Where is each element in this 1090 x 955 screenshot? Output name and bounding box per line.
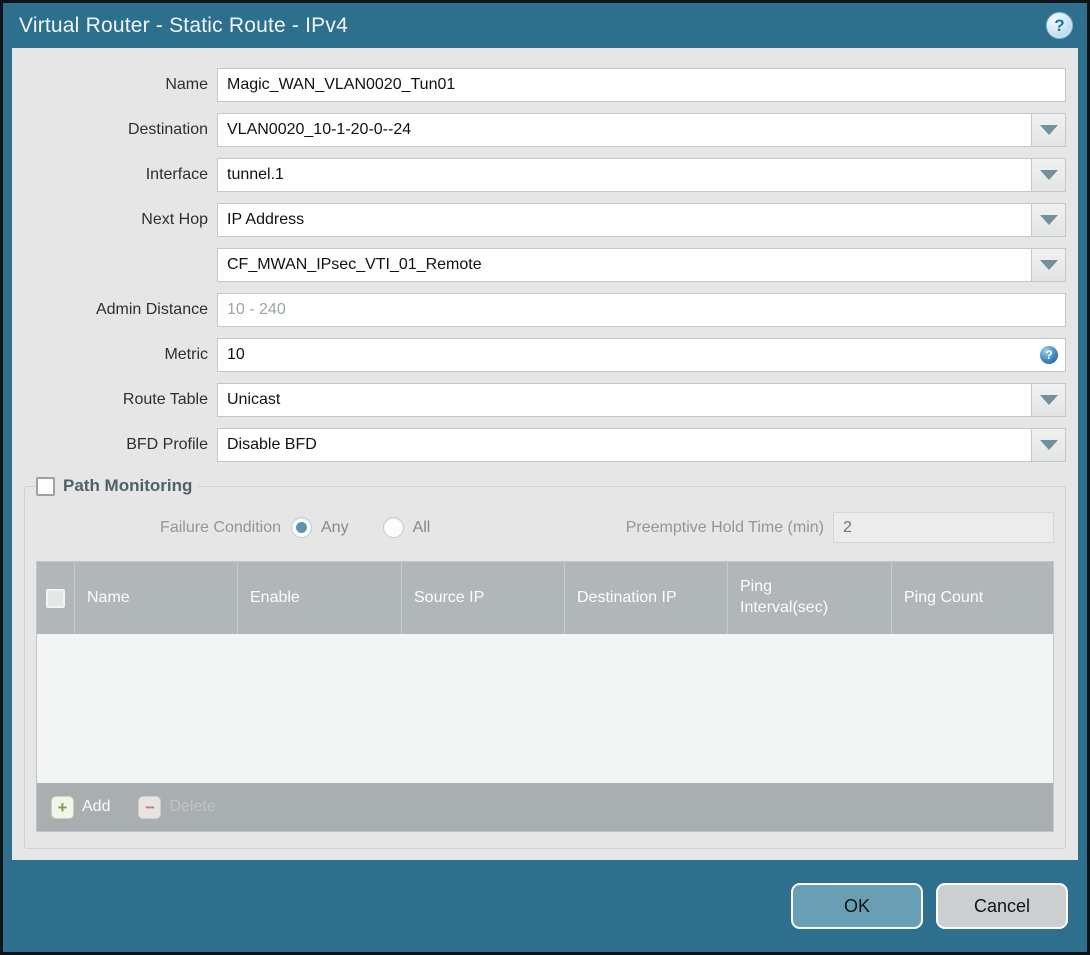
table-header-source-ip[interactable]: Source IP (401, 562, 564, 634)
path-monitoring-section: Path Monitoring Failure Condition Any Al… (24, 476, 1066, 849)
admin-distance-label: Admin Distance (95, 301, 208, 318)
next-hop-dropdown-button[interactable] (1032, 203, 1066, 237)
metric-input[interactable] (217, 338, 1066, 372)
destination-input[interactable] (217, 113, 1032, 147)
table-header-checkbox-cell (37, 562, 74, 634)
select-all-checkbox[interactable] (46, 588, 65, 608)
table-header-ping-count[interactable]: Ping Count (891, 562, 1053, 634)
radio-any-label: Any (321, 518, 349, 536)
table-header-ping-interval[interactable]: Ping Interval(sec) (727, 562, 891, 634)
form-row-bfd-profile: BFD Profile (24, 428, 1066, 462)
minus-icon: − (138, 795, 162, 819)
route-table-input[interactable] (217, 383, 1032, 417)
radio-all-icon[interactable] (382, 517, 404, 538)
add-button-label: Add (82, 798, 111, 815)
next-hop-address-dropdown-button[interactable] (1032, 248, 1066, 282)
table-header-enable[interactable]: Enable (237, 562, 401, 634)
preemptive-hold-time-group: Preemptive Hold Time (min) (626, 512, 1054, 543)
path-monitoring-title: Path Monitoring (63, 476, 193, 495)
title-bar: Virtual Router - Static Route - IPv4 ? (3, 3, 1087, 48)
dialog-footer: OK Cancel (3, 860, 1087, 952)
dialog-title: Virtual Router - Static Route - IPv4 (19, 13, 348, 37)
chevron-down-icon (1039, 440, 1058, 450)
next-hop-label: Next Hop (141, 211, 208, 228)
radio-all-label: All (412, 518, 431, 536)
preemptive-hold-time-label: Preemptive Hold Time (min) (625, 518, 824, 536)
path-monitoring-checkbox[interactable] (36, 476, 55, 496)
cancel-button[interactable]: Cancel (936, 883, 1068, 929)
form-row-destination: Destination (24, 113, 1066, 147)
radio-any-icon[interactable] (291, 517, 312, 538)
ok-button[interactable]: OK (791, 883, 923, 929)
form-row-name: Name (24, 68, 1066, 102)
bfd-profile-input[interactable] (217, 428, 1032, 462)
bfd-profile-dropdown-button[interactable] (1032, 428, 1066, 462)
chevron-down-icon (1039, 170, 1058, 180)
metric-label: Metric (164, 346, 208, 363)
add-button[interactable]: + Add (51, 795, 111, 819)
next-hop-type-input[interactable] (217, 203, 1032, 237)
destination-label: Destination (127, 121, 208, 138)
table-body-empty (37, 634, 1053, 783)
failure-condition-row: Failure Condition Any All Preemptive Hol… (36, 512, 1054, 543)
failure-condition-label: Failure Condition (160, 518, 281, 536)
form-row-next-hop-address (24, 248, 1066, 282)
delete-button-label: Delete (169, 798, 216, 815)
radio-option-all[interactable]: All (382, 517, 431, 538)
next-hop-address-input[interactable] (217, 248, 1032, 282)
dialog-body: Name Destination Interface (12, 48, 1078, 860)
name-input[interactable] (217, 68, 1066, 102)
dialog-window: Virtual Router - Static Route - IPv4 ? N… (0, 0, 1090, 955)
path-monitoring-table: Name Enable Source IP Destination IP Pin (36, 561, 1054, 832)
interface-label: Interface (145, 166, 208, 183)
route-table-dropdown-button[interactable] (1032, 383, 1066, 417)
form-row-admin-distance: Admin Distance (24, 293, 1066, 327)
interface-dropdown-button[interactable] (1032, 158, 1066, 192)
form-row-next-hop: Next Hop (24, 203, 1066, 237)
preemptive-hold-time-input[interactable] (833, 512, 1054, 543)
radio-option-any[interactable]: Any (291, 517, 349, 538)
form-row-metric: Metric ? (24, 338, 1066, 372)
form-row-route-table: Route Table (24, 383, 1066, 417)
destination-dropdown-button[interactable] (1032, 113, 1066, 147)
chevron-down-icon (1039, 260, 1058, 270)
table-toolbar: + Add − Delete (37, 783, 1053, 831)
plus-icon: + (51, 795, 74, 819)
dialog-frame: Virtual Router - Static Route - IPv4 ? N… (3, 3, 1087, 952)
admin-distance-input[interactable] (217, 293, 1066, 327)
chevron-down-icon (1039, 215, 1058, 225)
form-row-interface: Interface (24, 158, 1066, 192)
bfd-profile-label: BFD Profile (126, 436, 208, 453)
help-icon[interactable]: ? (1046, 12, 1073, 39)
route-table-label: Route Table (122, 391, 208, 408)
interface-input[interactable] (217, 158, 1032, 192)
table-header-destination-ip[interactable]: Destination IP (564, 562, 727, 634)
chevron-down-icon (1039, 125, 1058, 135)
table-header-name[interactable]: Name (74, 562, 237, 634)
name-label: Name (165, 76, 208, 93)
table-header-row: Name Enable Source IP Destination IP Pin (37, 562, 1053, 634)
chevron-down-icon (1039, 395, 1058, 405)
metric-help-icon[interactable]: ? (1040, 346, 1058, 364)
path-monitoring-legend: Path Monitoring (36, 476, 198, 496)
delete-button[interactable]: − Delete (138, 795, 216, 819)
